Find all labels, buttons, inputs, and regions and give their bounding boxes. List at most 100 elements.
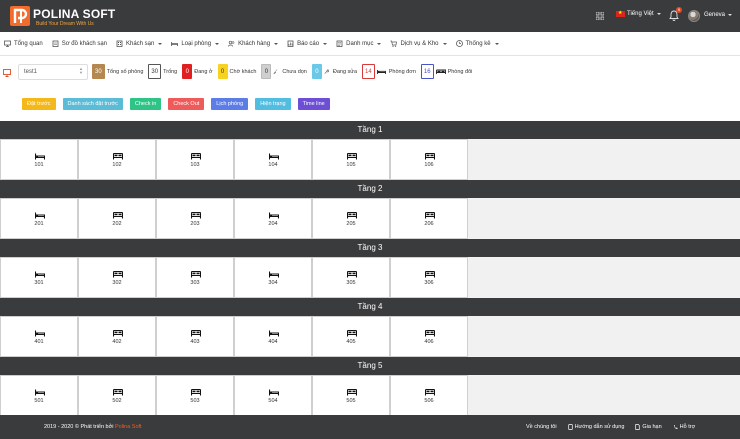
- brand-name: POLINA SOFT: [33, 7, 116, 21]
- room-303[interactable]: 303: [156, 257, 234, 298]
- polina-logo-icon[interactable]: [8, 4, 32, 28]
- users-icon: [228, 40, 235, 47]
- status-filter-4[interactable]: 0 Chưa dọn: [261, 64, 307, 79]
- nav-item-label: Sơ đồ khách sạn: [61, 40, 107, 47]
- nav-item-3[interactable]: Loại phòng: [171, 40, 220, 47]
- room-406[interactable]: 406: [390, 316, 468, 357]
- room-number: 305: [346, 280, 356, 286]
- status-count: 30: [148, 64, 162, 79]
- room-305[interactable]: 305: [312, 257, 390, 298]
- double-bed-icon: [435, 69, 446, 74]
- status-filter-2[interactable]: 0 Đang ở: [182, 64, 213, 79]
- double-bed-icon: [347, 270, 357, 278]
- status-filter-7[interactable]: 16 Phòng đôi: [420, 64, 473, 79]
- room-501[interactable]: 501: [0, 375, 78, 416]
- status-label: Trống: [163, 69, 177, 75]
- room-number: 504: [268, 398, 278, 404]
- footer-link-2[interactable]: Gia hạn: [635, 424, 662, 430]
- status-count: 14: [362, 64, 375, 79]
- booking-list-button[interactable]: Danh sách đặt trước: [62, 98, 123, 110]
- check-in-button[interactable]: Check in: [129, 98, 162, 110]
- status-label-text: Tổng số phòng: [106, 68, 144, 75]
- room-201[interactable]: 201: [0, 198, 78, 239]
- room-402[interactable]: 402: [78, 316, 156, 357]
- double-bed-icon: [113, 152, 123, 160]
- room-number: 503: [190, 398, 200, 404]
- status-label-text: Phòng đôi: [447, 68, 473, 75]
- room-302[interactable]: 302: [78, 257, 156, 298]
- room-row: 501 502 503 504 505 506: [0, 375, 468, 416]
- room-calendar-button[interactable]: Lịch phòng: [211, 98, 249, 110]
- single-bed-icon: [35, 330, 45, 337]
- chevron-down-icon: [728, 14, 733, 16]
- room-502[interactable]: 502: [78, 375, 156, 416]
- room-301[interactable]: 301: [0, 257, 78, 298]
- nav-item-0[interactable]: Tổng quan: [4, 40, 43, 47]
- footer-link-1[interactable]: Hướng dẫn sử dụng: [567, 424, 624, 430]
- status-filter-5[interactable]: 0 Đang sửa: [311, 64, 357, 79]
- room-205[interactable]: 205: [312, 198, 390, 239]
- room-102[interactable]: 102: [78, 139, 156, 180]
- single-bed-icon: [269, 212, 279, 219]
- footer-link-label: Hỗ trợ: [679, 424, 696, 430]
- room-101[interactable]: 101: [0, 139, 78, 180]
- room-105[interactable]: 105: [312, 139, 390, 180]
- room-106[interactable]: 106: [390, 139, 468, 180]
- double-bed-icon: [425, 211, 435, 219]
- room-505[interactable]: 505: [312, 375, 390, 416]
- company-link[interactable]: Polina Soft: [115, 424, 142, 430]
- nav-item-7[interactable]: Dịch vụ & Kho: [390, 40, 447, 47]
- room-504[interactable]: 504: [234, 375, 312, 416]
- room-number: 202: [112, 221, 122, 227]
- room-number: 502: [112, 398, 122, 404]
- bed-icon: [171, 42, 179, 46]
- room-104[interactable]: 104: [234, 139, 312, 180]
- room-206[interactable]: 206: [390, 198, 468, 239]
- floor-header: Tầng 2: [0, 180, 740, 198]
- nav-item-8[interactable]: Thống kê: [455, 40, 499, 47]
- room-103[interactable]: 103: [156, 139, 234, 180]
- floor-header: Tầng 1: [0, 121, 740, 139]
- footer-link-0[interactable]: Về chúng tôi: [526, 424, 557, 430]
- room-306[interactable]: 306: [390, 257, 468, 298]
- room-203[interactable]: 203: [156, 198, 234, 239]
- check-out-button[interactable]: Check Out: [168, 98, 205, 110]
- user-avatar[interactable]: [688, 10, 700, 22]
- status-label-text: Đang ở: [194, 68, 213, 75]
- double-bed-icon: [191, 211, 201, 219]
- double-bed-icon: [425, 329, 435, 337]
- room-row: 401 402 403 404 405 406: [0, 316, 468, 357]
- status-filter-1[interactable]: 30 Trống: [148, 64, 177, 79]
- room-304[interactable]: 304: [234, 257, 312, 298]
- notification-badge: 9: [676, 7, 682, 13]
- room-number: 106: [424, 162, 434, 168]
- nav-item-1[interactable]: Sơ đồ khách sạn: [52, 40, 107, 47]
- room-506[interactable]: 506: [390, 375, 468, 416]
- chevron-down-icon: [377, 42, 382, 45]
- room-404[interactable]: 404: [234, 316, 312, 357]
- status-label: Đang ở: [194, 69, 212, 75]
- chevron-down-icon: [323, 42, 328, 45]
- language-selector[interactable]: Tiếng Việt: [616, 10, 661, 17]
- status-button[interactable]: Hiện trạng: [255, 98, 291, 110]
- room-405[interactable]: 405: [312, 316, 390, 357]
- nav-item-2[interactable]: Khách sạn: [116, 40, 163, 47]
- room-202[interactable]: 202: [78, 198, 156, 239]
- hotel-select[interactable]: test1 ▲ ▼: [18, 64, 88, 80]
- status-filter-0[interactable]: 30 Tổng số phòng: [92, 64, 143, 79]
- apps-grid-icon[interactable]: [596, 12, 604, 20]
- status-filter-3[interactable]: 0 Chờ khách: [217, 64, 256, 79]
- nav-item-4[interactable]: Khách hàng: [228, 40, 279, 47]
- booking-button[interactable]: Đặt trước: [22, 98, 56, 110]
- room-403[interactable]: 403: [156, 316, 234, 357]
- vietnam-flag-icon: [616, 10, 625, 17]
- room-503[interactable]: 503: [156, 375, 234, 416]
- timeline-button[interactable]: Time line: [297, 98, 330, 110]
- footer-link-3[interactable]: Hỗ trợ: [673, 424, 696, 430]
- room-401[interactable]: 401: [0, 316, 78, 357]
- status-filter-6[interactable]: 14 Phòng đơn: [362, 64, 416, 79]
- nav-item-6[interactable]: Danh mục: [336, 40, 382, 47]
- nav-item-5[interactable]: Báo cáo: [287, 40, 328, 47]
- user-menu[interactable]: Geneva: [704, 12, 733, 18]
- room-204[interactable]: 204: [234, 198, 312, 239]
